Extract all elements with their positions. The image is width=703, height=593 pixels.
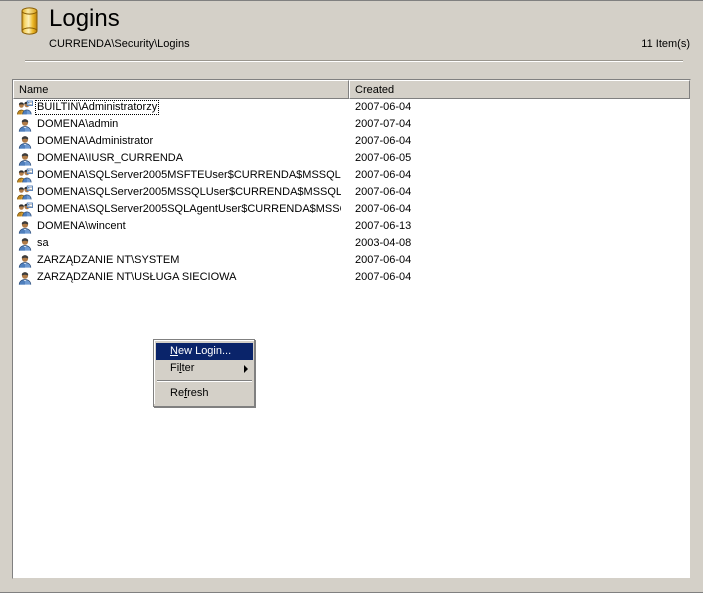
cell-name: DOMENA\wincent xyxy=(13,218,349,235)
table-row[interactable]: DOMENA\SQLServer2005SQLAgentUser$CURREND… xyxy=(13,201,690,218)
table-row[interactable]: DOMENA\Administrator 2007-06-04 xyxy=(13,133,690,150)
column-header-created[interactable]: Created xyxy=(349,80,690,99)
cell-created: 2007-06-04 xyxy=(355,101,412,113)
cell-name: sa xyxy=(13,235,349,252)
menu-item-label: Refresh xyxy=(170,387,209,399)
login-name-label: DOMENA\SQLServer2005SQLAgentUser$CURREND… xyxy=(37,203,341,215)
login-name-label: ZARZĄDZANIE NT\USŁUGA SIECIOWA xyxy=(37,271,237,283)
table-row[interactable]: DOMENA\admin 2007-07-04 xyxy=(13,116,690,133)
login-name-label: BUILTIN\Administratorzy xyxy=(35,100,160,115)
item-count-label: 11 Item(s) xyxy=(641,38,690,50)
menu-item-filter[interactable]: Filter xyxy=(156,360,253,377)
login-name-label: DOMENA\admin xyxy=(37,118,119,130)
login-name-label: DOMENA\SQLServer2005MSFTEUser$CURRENDA$M… xyxy=(37,169,341,181)
login-name-label: DOMENA\wincent xyxy=(37,220,126,232)
logins-page: Logins CURRENDA\Security\Logins 11 Item(… xyxy=(0,0,703,593)
cell-name: BUILTIN\Administratorzy xyxy=(13,99,349,116)
column-header-name[interactable]: Name xyxy=(13,80,349,99)
cell-created: 2003-04-08 xyxy=(355,237,412,249)
header-divider xyxy=(25,60,683,62)
cell-created: 2007-06-04 xyxy=(355,271,412,283)
menu-item-label: Filter xyxy=(170,362,195,374)
cell-created: 2007-06-04 xyxy=(355,254,412,266)
login-name-label: DOMENA\Administrator xyxy=(37,135,154,147)
group-icon xyxy=(17,202,33,218)
cell-created: 2007-07-04 xyxy=(355,118,412,130)
cell-created: 2007-06-04 xyxy=(355,186,412,198)
cell-name: DOMENA\admin xyxy=(13,116,349,133)
database-cylinder-icon xyxy=(19,6,41,36)
menu-item-refresh[interactable]: Refresh xyxy=(156,385,253,402)
submenu-arrow-icon xyxy=(244,365,248,373)
group-icon xyxy=(17,100,33,116)
cell-created: 2007-06-04 xyxy=(355,169,412,181)
user-icon xyxy=(17,253,33,269)
cell-name: DOMENA\SQLServer2005MSSQLUser$CURRENDA$M… xyxy=(13,184,349,201)
page-title: Logins xyxy=(49,5,120,32)
table-row[interactable]: sa 2003-04-08 xyxy=(13,235,690,252)
cell-name: DOMENA\IUSR_CURRENDA xyxy=(13,150,349,167)
cell-name: DOMENA\SQLServer2005SQLAgentUser$CURREND… xyxy=(13,201,349,218)
cell-created: 2007-06-05 xyxy=(355,152,412,164)
column-header-created-label: Created xyxy=(355,84,395,96)
logins-listview[interactable]: Name Created BUILTIN\Administratorzy 2007… xyxy=(12,79,691,579)
column-header-name-label: Name xyxy=(19,84,49,96)
table-row[interactable]: ZARZĄDZANIE NT\SYSTEM 2007-06-04 xyxy=(13,252,690,269)
user-icon xyxy=(17,151,33,167)
listview-column-headers: Name Created xyxy=(13,80,690,99)
login-name-label: ZARZĄDZANIE NT\SYSTEM xyxy=(37,254,180,266)
cell-name: ZARZĄDZANIE NT\USŁUGA SIECIOWA xyxy=(13,269,349,286)
login-name-label: DOMENA\IUSR_CURRENDA xyxy=(37,152,184,164)
user-icon xyxy=(17,270,33,286)
menu-separator xyxy=(157,380,252,382)
table-row[interactable]: DOMENA\wincent 2007-06-13 xyxy=(13,218,690,235)
user-icon xyxy=(17,134,33,150)
cell-name: ZARZĄDZANIE NT\SYSTEM xyxy=(13,252,349,269)
group-icon xyxy=(17,185,33,201)
user-icon xyxy=(17,219,33,235)
cell-name: DOMENA\SQLServer2005MSFTEUser$CURRENDA$M… xyxy=(13,167,349,184)
user-icon xyxy=(17,117,33,133)
context-menu[interactable]: New Login... Filter Refresh xyxy=(153,339,255,407)
menu-item-label: New Login... xyxy=(170,345,232,357)
table-row[interactable]: BUILTIN\Administratorzy 2007-06-04 xyxy=(13,99,690,116)
cell-created: 2007-06-04 xyxy=(355,135,412,147)
listview-rows: BUILTIN\Administratorzy 2007-06-04 DOMENA\… xyxy=(13,99,690,286)
table-row[interactable]: DOMENA\SQLServer2005MSSQLUser$CURRENDA$M… xyxy=(13,184,690,201)
cell-created: 2007-06-13 xyxy=(355,220,412,232)
table-row[interactable]: DOMENA\IUSR_CURRENDA 2007-06-05 xyxy=(13,150,690,167)
breadcrumb: CURRENDA\Security\Logins xyxy=(49,38,190,50)
menu-item-new-login[interactable]: New Login... xyxy=(156,343,253,360)
cell-name: DOMENA\Administrator xyxy=(13,133,349,150)
page-header: Logins CURRENDA\Security\Logins 11 Item(… xyxy=(0,1,703,62)
context-menu-items: New Login... Filter Refresh xyxy=(154,340,254,404)
group-icon xyxy=(17,168,33,184)
table-row[interactable]: ZARZĄDZANIE NT\USŁUGA SIECIOWA 2007-06-04 xyxy=(13,269,690,286)
table-row[interactable]: DOMENA\SQLServer2005MSFTEUser$CURRENDA$M… xyxy=(13,167,690,184)
login-name-label: sa xyxy=(37,237,49,249)
cell-created: 2007-06-04 xyxy=(355,203,412,215)
user-icon xyxy=(17,236,33,252)
login-name-label: DOMENA\SQLServer2005MSSQLUser$CURRENDA$M… xyxy=(37,186,341,198)
